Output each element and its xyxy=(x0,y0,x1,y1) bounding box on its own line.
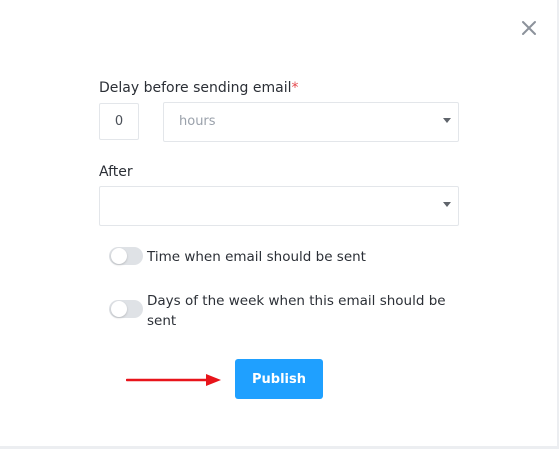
toggle-knob xyxy=(111,301,127,317)
days-of-week-toggle[interactable] xyxy=(109,300,143,318)
close-button[interactable] xyxy=(519,18,539,38)
delay-unit-select[interactable]: hours xyxy=(163,102,459,142)
delay-unit-value: hours xyxy=(179,114,216,129)
annotation-arrow xyxy=(126,372,222,388)
caret-down-icon xyxy=(443,202,451,207)
toggle-knob xyxy=(111,248,127,264)
required-mark: * xyxy=(291,80,299,96)
delay-label: Delay before sending email* xyxy=(99,80,298,96)
time-sent-label: Time when email should be sent xyxy=(147,249,366,265)
after-label: After xyxy=(99,164,133,180)
days-of-week-label: Days of the week when this email should … xyxy=(147,293,446,329)
delay-label-text: Delay before sending email xyxy=(99,80,292,96)
email-delay-dialog: Delay before sending email* hours After … xyxy=(0,0,559,449)
arrow-right-icon xyxy=(126,374,221,386)
delay-amount-input[interactable] xyxy=(99,103,139,140)
caret-down-icon xyxy=(443,118,451,123)
after-select[interactable] xyxy=(99,186,459,226)
publish-button[interactable]: Publish xyxy=(235,359,323,399)
time-sent-toggle[interactable] xyxy=(109,247,143,265)
close-icon xyxy=(522,21,536,35)
